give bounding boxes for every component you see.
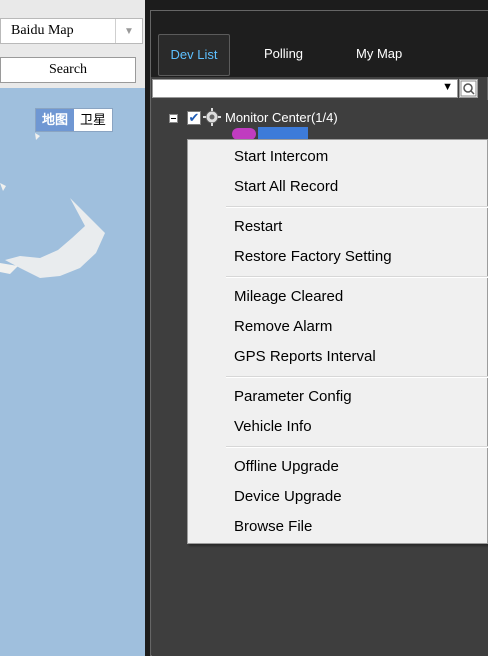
- chevron-down-icon[interactable]: ▼: [115, 19, 142, 43]
- map-pane[interactable]: Baidu Map ▼ Search 地图 卫星: [0, 0, 145, 656]
- collapse-icon[interactable]: [169, 114, 178, 123]
- map-toolbar: Baidu Map ▼ Search: [0, 0, 145, 88]
- search-icon[interactable]: [459, 79, 478, 98]
- map-type-map-button[interactable]: 地图: [36, 109, 75, 131]
- tree-root-label[interactable]: Monitor Center(1/4): [225, 110, 338, 125]
- menu-browse-file[interactable]: Browse File: [234, 518, 312, 535]
- menu-device-upgrade[interactable]: Device Upgrade: [234, 488, 342, 505]
- menu-offline-upgrade[interactable]: Offline Upgrade: [234, 458, 339, 475]
- tab-bar: Dev List Polling My Map: [151, 11, 488, 77]
- menu-separator: [226, 206, 488, 208]
- menu-parameter-config[interactable]: Parameter Config: [234, 388, 352, 405]
- device-search-input[interactable]: ▼: [152, 79, 458, 98]
- menu-vehicle-info[interactable]: Vehicle Info: [234, 418, 312, 435]
- map-provider-value: Baidu Map: [11, 23, 74, 38]
- menu-restore-factory-setting[interactable]: Restore Factory Setting: [234, 248, 392, 265]
- gear-icon: [203, 108, 221, 126]
- map-type-satellite-button[interactable]: 卫星: [74, 109, 113, 131]
- map-provider-select[interactable]: Baidu Map ▼: [0, 18, 143, 44]
- menu-restart[interactable]: Restart: [234, 218, 282, 235]
- menu-separator: [226, 276, 488, 278]
- context-menu: Start Intercom Start All Record Restart …: [187, 139, 488, 544]
- tab-my-map[interactable]: My Map: [356, 34, 402, 74]
- map-canvas[interactable]: [0, 88, 145, 656]
- menu-gps-reports-interval[interactable]: GPS Reports Interval: [234, 348, 376, 365]
- root-checkbox[interactable]: ✔: [187, 111, 201, 125]
- menu-separator: [226, 446, 488, 448]
- menu-remove-alarm[interactable]: Remove Alarm: [234, 318, 332, 335]
- menu-start-intercom[interactable]: Start Intercom: [234, 148, 328, 165]
- tab-dev-list[interactable]: Dev List: [158, 34, 230, 76]
- menu-separator: [226, 376, 488, 378]
- menu-start-all-record[interactable]: Start All Record: [234, 178, 338, 195]
- map-search-button[interactable]: Search: [0, 57, 136, 83]
- map-type-toggle: 地图 卫星: [35, 108, 114, 132]
- menu-mileage-cleared[interactable]: Mileage Cleared: [234, 288, 343, 305]
- tab-polling[interactable]: Polling: [264, 34, 303, 74]
- chevron-down-icon[interactable]: ▼: [442, 81, 453, 93]
